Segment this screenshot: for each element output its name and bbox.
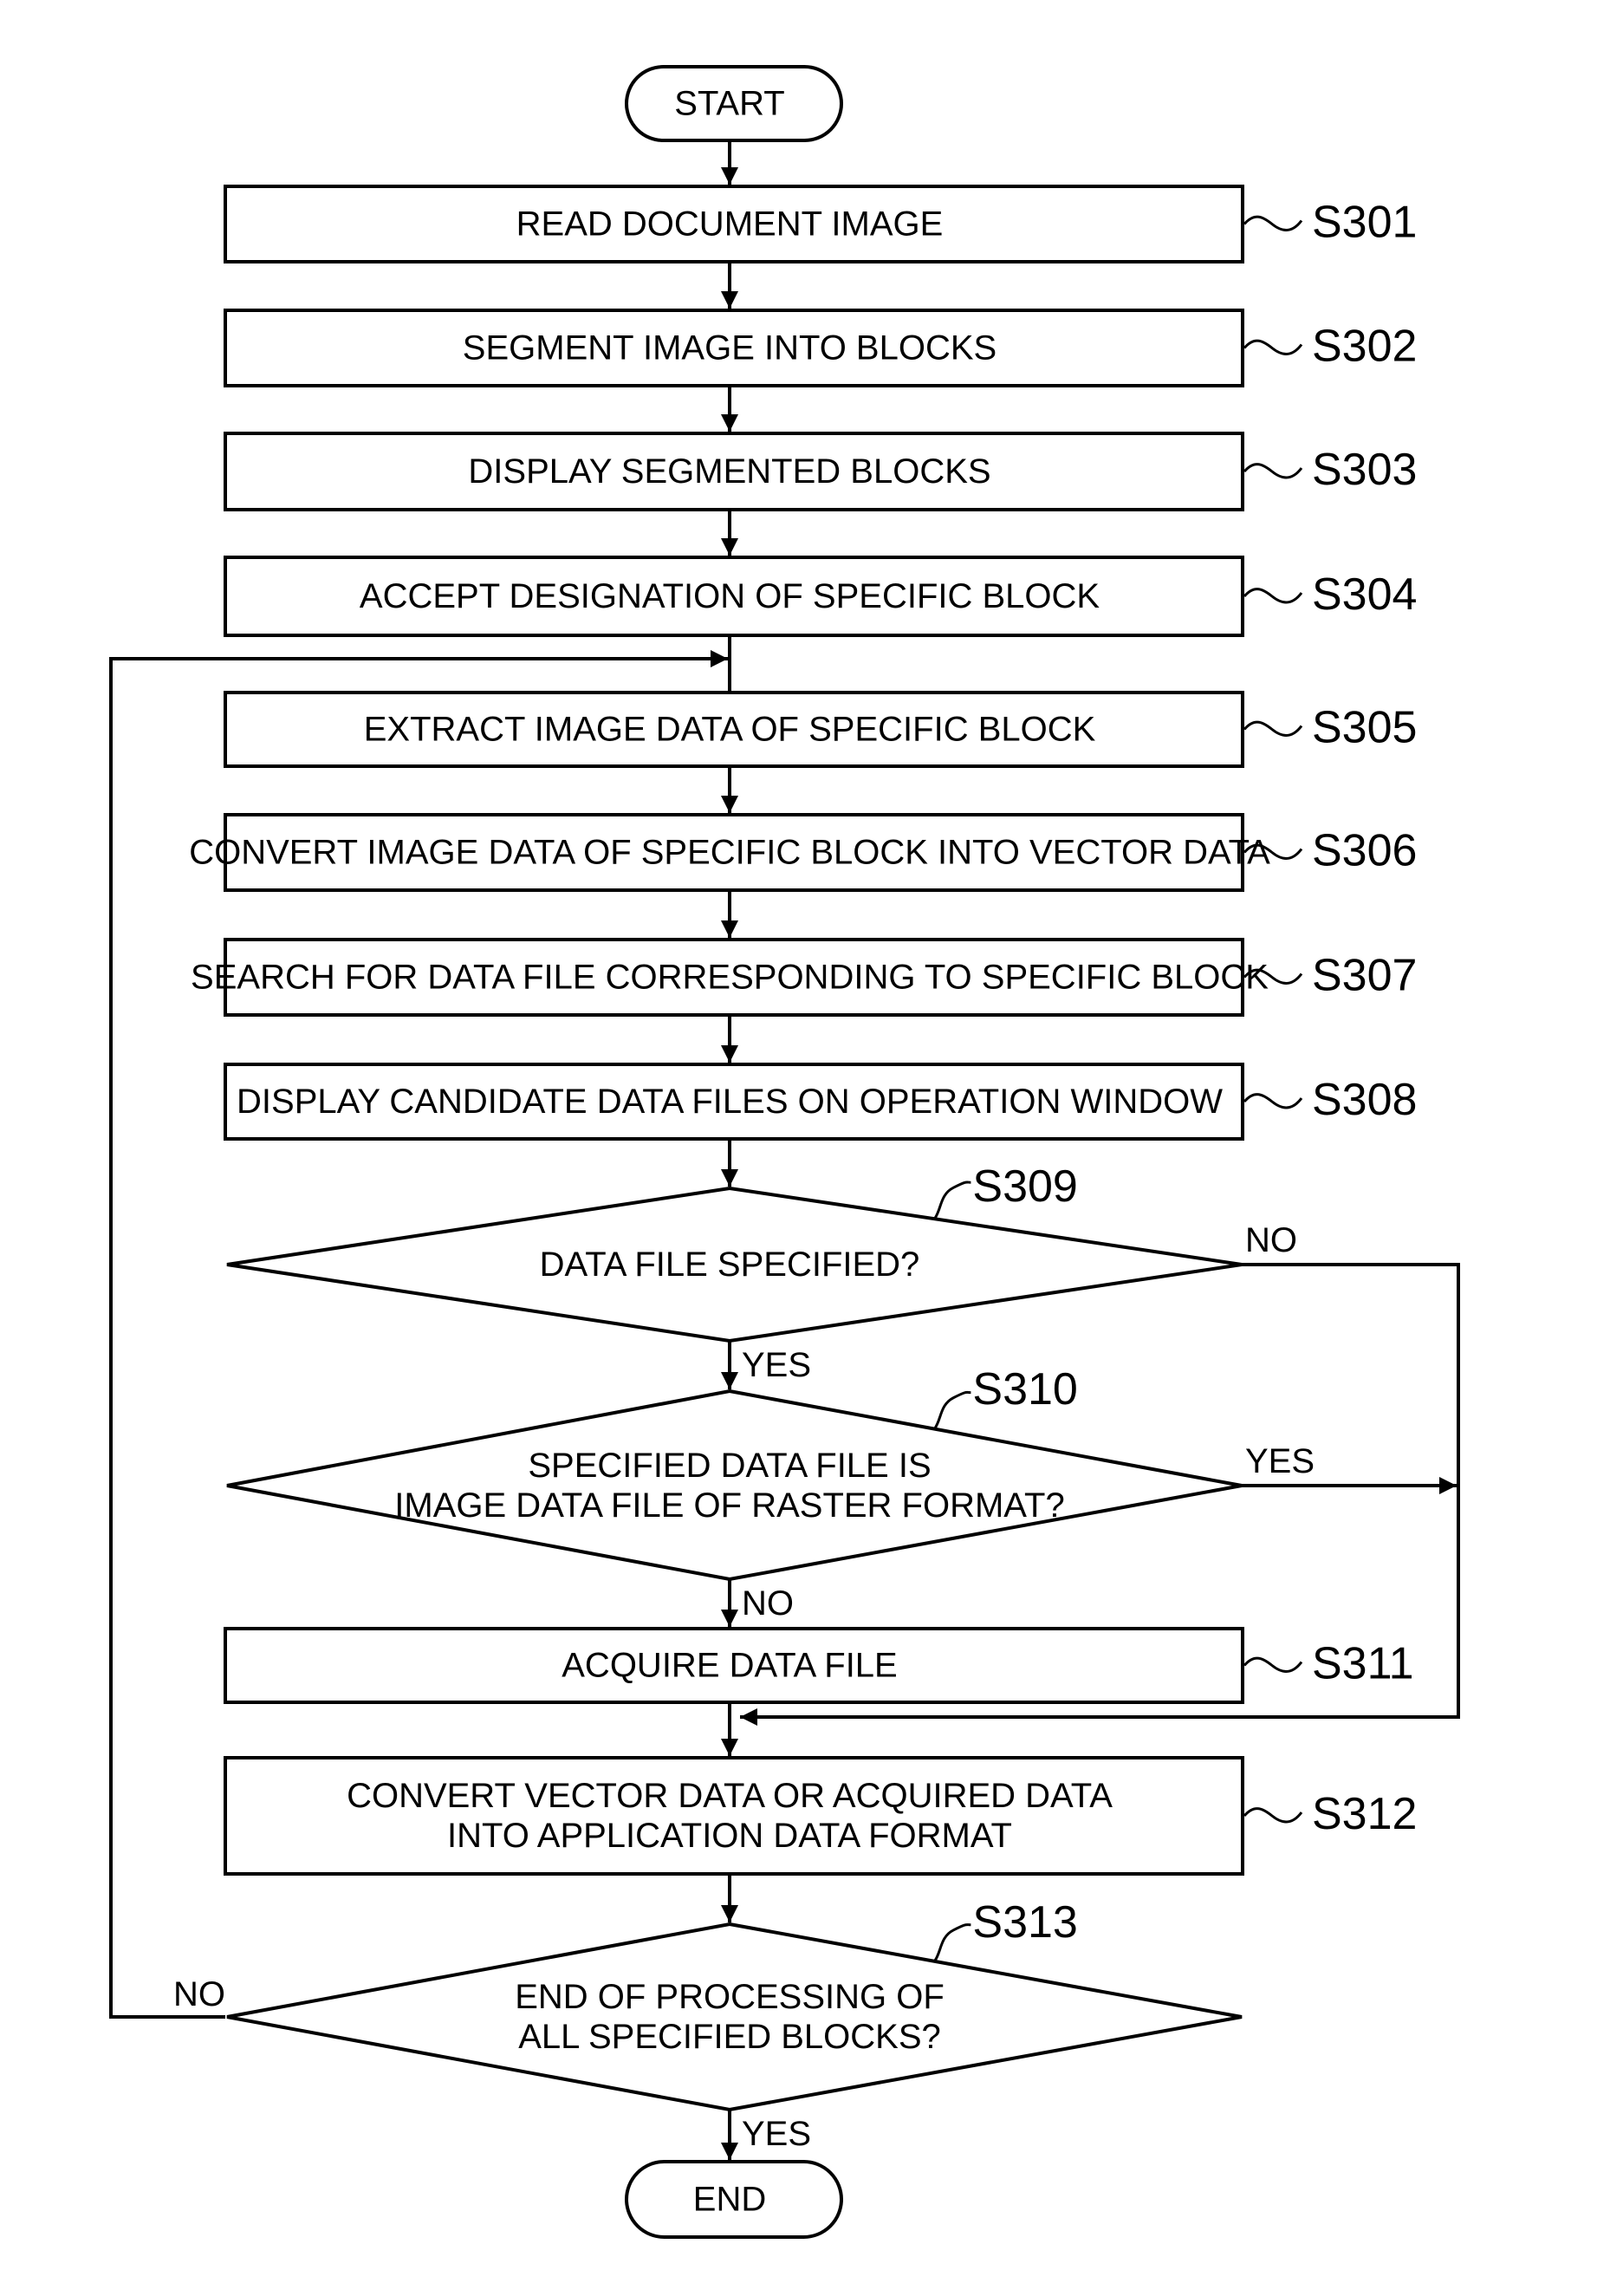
flowchart: START END READ DOCUMENT IMAGE S301 SEGMENT I…	[109, 65, 1460, 2239]
decision-text: END OF PROCESSING OF	[515, 1978, 945, 2016]
end-terminal: END	[625, 2160, 843, 2239]
step-leader-tilde	[1243, 1807, 1303, 1824]
step-number-label: S305	[1312, 703, 1417, 753]
decision-diamond	[226, 1922, 1243, 2112]
branch-label-no: NO	[742, 1584, 794, 1623]
branch-label-yes: YES	[742, 1346, 811, 1384]
decision-text: ALL SPECIFIED BLOCKS?	[518, 2018, 941, 2056]
process-step-s305: EXTRACT IMAGE DATA OF SPECIFIC BLOCK S305	[224, 691, 1417, 768]
step-leader-tilde	[933, 1923, 971, 1962]
step-number-label: S313	[972, 1897, 1077, 1948]
step-number-label: S302	[1312, 322, 1417, 372]
step-leader-tilde	[1243, 463, 1303, 479]
step-leader-tilde	[1243, 1656, 1303, 1673]
step-leader-tilde	[933, 1181, 971, 1220]
process-step-s308: DISPLAY CANDIDATE DATA FILES ON OPERATIO…	[224, 1063, 1417, 1141]
process-text: CONVERT VECTOR DATA OR ACQUIRED DATA	[347, 1777, 1113, 1815]
branch-label-no: NO	[1245, 1221, 1297, 1259]
decision-diamond	[226, 1389, 1243, 1582]
process-text: INTO APPLICATION DATA FORMAT	[447, 1817, 1012, 1855]
step-number-label: S309	[972, 1161, 1077, 1212]
branch-label-no: NO	[173, 1975, 225, 2013]
decision-s309: DATA FILE SPECIFIED? S309 YES NO	[226, 1161, 1297, 1384]
step-number-label: S301	[1312, 198, 1417, 248]
process-text: DISPLAY CANDIDATE DATA FILES ON OPERATIO…	[237, 1083, 1223, 1121]
decision-text: DATA FILE SPECIFIED?	[540, 1246, 920, 1284]
step-leader-tilde	[1243, 720, 1303, 737]
step-number-label: S312	[1312, 1789, 1417, 1839]
branch-label-yes: YES	[1245, 1442, 1315, 1480]
step-leader-tilde	[1243, 588, 1303, 604]
process-step-s303: DISPLAY SEGMENTED BLOCKS S303	[224, 432, 1417, 511]
process-text: SEGMENT IMAGE INTO BLOCKS	[463, 329, 997, 367]
process-step-s302: SEGMENT IMAGE INTO BLOCKS S302	[224, 309, 1417, 387]
process-text: CONVERT IMAGE DATA OF SPECIFIC BLOCK INT…	[189, 834, 1270, 872]
step-number-label: S304	[1312, 569, 1417, 620]
process-text: ACCEPT DESIGNATION OF SPECIFIC BLOCK	[360, 577, 1100, 615]
step-leader-tilde	[1243, 339, 1303, 355]
process-step-s301: READ DOCUMENT IMAGE S301	[224, 185, 1417, 263]
step-number-label: S310	[972, 1364, 1077, 1415]
step-number-label: S303	[1312, 445, 1417, 495]
decision-text: SPECIFIED DATA FILE IS	[528, 1447, 931, 1485]
step-leader-tilde	[933, 1390, 971, 1430]
branch-label-yes: YES	[742, 2115, 811, 2153]
process-text: READ DOCUMENT IMAGE	[516, 205, 944, 244]
start-terminal: START	[625, 65, 843, 142]
step-leader-tilde	[1243, 215, 1303, 231]
process-step-s306: CONVERT IMAGE DATA OF SPECIFIC BLOCK INT…	[189, 813, 1417, 892]
decision-text: IMAGE DATA FILE OF RASTER FORMAT?	[394, 1486, 1064, 1525]
step-leader-tilde	[1243, 1093, 1303, 1109]
step-number-label: S311	[1312, 1639, 1414, 1689]
end-terminal-label: END	[693, 2181, 766, 2219]
process-step-s311: ACQUIRE DATA FILE S311	[224, 1627, 1414, 1704]
process-step-s307: SEARCH FOR DATA FILE CORRESPONDING TO SP…	[191, 938, 1417, 1017]
step-number-label: S307	[1312, 951, 1417, 1001]
process-step-s312: CONVERT VECTOR DATA OR ACQUIRED DATAINTO…	[224, 1756, 1417, 1876]
step-number-label: S308	[1312, 1075, 1417, 1125]
start-terminal-label: START	[674, 85, 784, 123]
decision-s313: END OF PROCESSING OFALL SPECIFIED BLOCKS…	[173, 1897, 1243, 2153]
step-number-label: S306	[1312, 826, 1417, 876]
decision-s310: SPECIFIED DATA FILE ISIMAGE DATA FILE OF…	[226, 1364, 1315, 1623]
process-text: SEARCH FOR DATA FILE CORRESPONDING TO SP…	[191, 959, 1269, 997]
process-text: DISPLAY SEGMENTED BLOCKS	[468, 452, 990, 491]
process-text: ACQUIRE DATA FILE	[562, 1647, 897, 1685]
process-box	[224, 1756, 1244, 1876]
process-text: EXTRACT IMAGE DATA OF SPECIFIC BLOCK	[364, 711, 1096, 749]
process-step-s304: ACCEPT DESIGNATION OF SPECIFIC BLOCK S304	[224, 556, 1417, 637]
